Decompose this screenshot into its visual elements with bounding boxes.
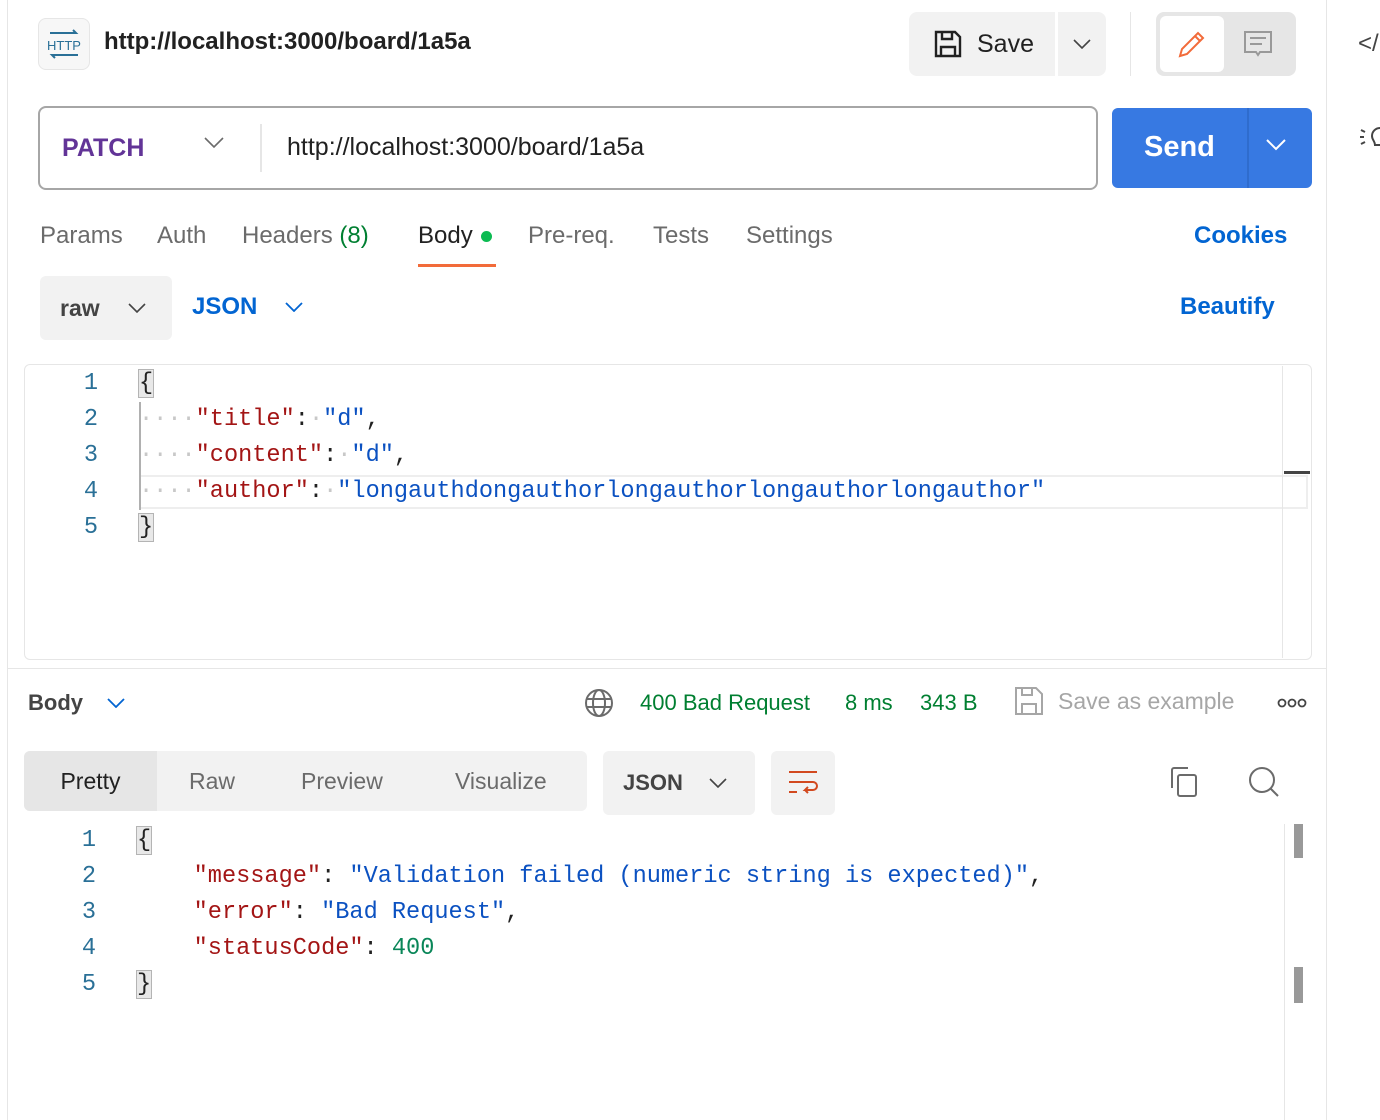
response-section-select[interactable]: Body — [28, 690, 125, 716]
save-button[interactable]: Save — [909, 12, 1055, 76]
send-label[interactable]: Send — [1144, 131, 1215, 164]
code-line: ····"content":·"d", — [139, 442, 409, 469]
code-line: ····"title":·"d", — [139, 406, 380, 433]
view-tab-preview[interactable]: Preview — [301, 751, 383, 811]
view-tab-raw[interactable]: Raw — [189, 751, 235, 811]
request-title[interactable]: http://localhost:3000/board/1a5a — [104, 28, 471, 56]
edit-mode-button[interactable] — [1160, 16, 1224, 72]
save-icon — [934, 30, 962, 58]
body-mode-select[interactable]: raw — [40, 276, 172, 340]
view-tab-visualize[interactable]: Visualize — [455, 751, 547, 811]
line-number: 4 — [83, 478, 98, 505]
wrap-icon — [789, 771, 818, 794]
code-brace: } — [137, 513, 155, 542]
tab-auth[interactable]: Auth — [157, 222, 206, 250]
response-scrollbar[interactable] — [1284, 824, 1285, 1120]
http-icon: HTTP — [38, 18, 90, 70]
code-line: ····"author":·"longauthdongauthorlongaut… — [139, 478, 1046, 505]
line-number: 1 — [83, 370, 98, 397]
chevron-down-icon — [709, 778, 727, 788]
code-brace: { — [137, 369, 155, 398]
response-size[interactable]: 343 B — [920, 690, 978, 716]
line-number: 5 — [81, 971, 96, 998]
save-icon — [1015, 687, 1043, 715]
divider — [1247, 108, 1249, 188]
search-icon[interactable] — [1248, 766, 1280, 803]
save-label: Save — [977, 29, 1034, 58]
view-tab-pretty[interactable]: Pretty — [24, 751, 157, 811]
svg-text:HTTP: HTTP — [47, 38, 81, 53]
line-number: 4 — [81, 935, 96, 962]
lightbulb-icon[interactable] — [1360, 124, 1380, 161]
headers-count: (8) — [339, 222, 369, 249]
more-options-icon[interactable] — [1277, 696, 1307, 714]
response-time[interactable]: 8 ms — [845, 690, 893, 716]
comment-icon — [1244, 31, 1272, 57]
code-line: "message": "Validation failed (numeric s… — [193, 863, 1044, 890]
body-mode-label: raw — [60, 294, 100, 321]
tab-label: Headers — [242, 222, 333, 249]
code-brace: { — [135, 826, 153, 855]
code-line: "statusCode": 400 — [193, 935, 435, 962]
line-number: 5 — [83, 514, 98, 541]
active-tab-underline — [418, 264, 496, 267]
tab-headers[interactable]: Headers (8) — [242, 222, 369, 250]
send-dropdown-chevron-icon[interactable] — [1266, 138, 1286, 156]
cookies-link[interactable]: Cookies — [1194, 222, 1287, 250]
divider — [260, 124, 262, 172]
pencil-icon — [1178, 31, 1205, 58]
body-format-select[interactable]: JSON — [192, 293, 303, 321]
url-input[interactable]: http://localhost:3000/board/1a5a — [287, 133, 644, 162]
copy-icon[interactable] — [1168, 766, 1200, 803]
divider — [8, 668, 1326, 669]
response-format-select[interactable]: JSON — [603, 751, 755, 815]
save-as-example-button[interactable]: Save as example — [1014, 686, 1234, 716]
tab-pre-request[interactable]: Pre-req. — [528, 222, 615, 250]
comments-mode-button[interactable] — [1226, 16, 1290, 72]
code-icon[interactable]: </ — [1358, 30, 1379, 58]
response-section-label: Body — [28, 690, 83, 715]
beautify-button[interactable]: Beautify — [1180, 293, 1275, 321]
chevron-down-icon — [107, 698, 125, 708]
right-panel-divider — [1326, 0, 1327, 1120]
wrap-lines-button[interactable] — [771, 751, 835, 815]
chevron-down-icon[interactable] — [204, 136, 224, 154]
code-line: "error": "Bad Request", — [193, 899, 520, 926]
save-as-example-label: Save as example — [1058, 687, 1235, 714]
chevron-down-icon — [285, 302, 303, 312]
line-number: 2 — [81, 863, 96, 890]
chevron-down-icon — [128, 303, 146, 313]
tab-label: Body — [418, 222, 473, 249]
tab-params[interactable]: Params — [40, 222, 123, 250]
tab-body[interactable]: Body — [418, 222, 492, 250]
save-dropdown-button[interactable] — [1058, 12, 1106, 76]
line-number: 3 — [83, 442, 98, 469]
method-select[interactable]: PATCH — [62, 134, 144, 163]
line-number: 3 — [81, 899, 96, 926]
scrollbar-marker — [1284, 471, 1310, 474]
divider — [1130, 12, 1131, 76]
tab-tests[interactable]: Tests — [653, 222, 709, 250]
status-code[interactable]: 400 Bad Request — [640, 690, 810, 716]
response-format-label: JSON — [623, 770, 683, 795]
code-brace: } — [135, 970, 153, 999]
tab-settings[interactable]: Settings — [746, 222, 833, 250]
scrollbar-thumb[interactable] — [1294, 967, 1303, 1003]
left-border — [7, 0, 8, 1120]
chevron-down-icon — [1073, 39, 1091, 49]
scrollbar-thumb[interactable] — [1294, 824, 1303, 858]
body-format-label: JSON — [192, 293, 258, 320]
modified-dot — [480, 231, 492, 243]
globe-icon[interactable] — [584, 688, 614, 723]
editor-scrollbar[interactable] — [1282, 366, 1283, 658]
line-number: 2 — [83, 406, 98, 433]
line-number: 1 — [81, 827, 96, 854]
